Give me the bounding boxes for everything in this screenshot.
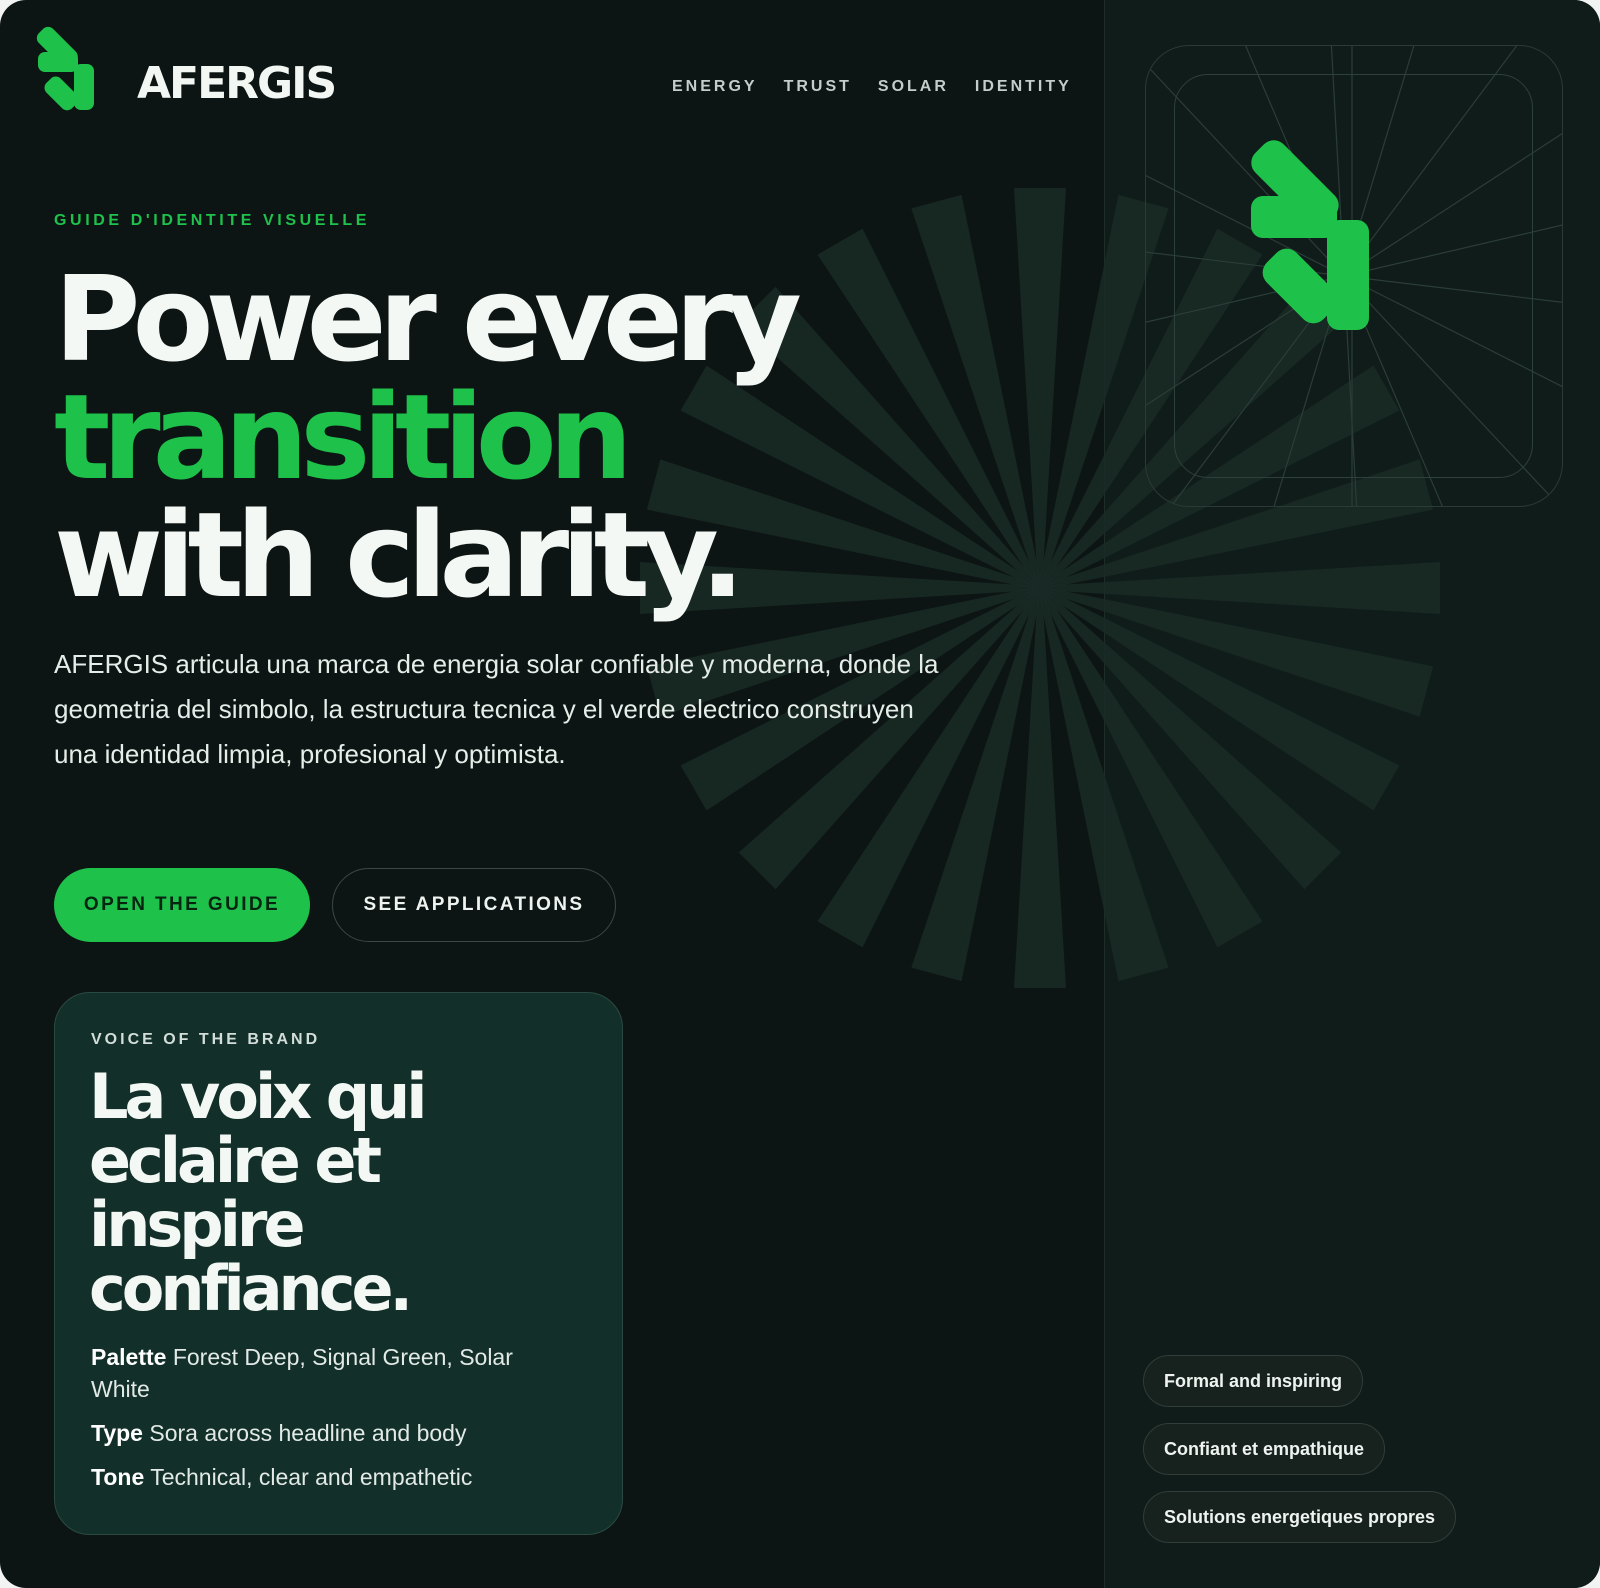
spec-value: Technical, clear and empathetic [150, 1464, 473, 1490]
nav-item-energy[interactable]: ENERGY [672, 78, 758, 96]
voice-title-line-2: eclaire et [89, 1124, 382, 1197]
arrow-symbol-icon [36, 26, 94, 111]
voice-title-line-4: confiance. [89, 1252, 413, 1325]
headline-line-2: transition [54, 368, 633, 506]
burst-ray [1014, 188, 1066, 588]
nav-item-trust[interactable]: TRUST [784, 78, 852, 96]
see-applications-button[interactable]: SEE APPLICATIONS [332, 868, 616, 942]
spec-value: Sora across headline and body [149, 1420, 467, 1446]
voice-card-eyebrow: VOICE OF THE BRAND [91, 1031, 321, 1048]
tag-formal[interactable]: Formal and inspiring [1143, 1355, 1364, 1407]
open-guide-button[interactable]: OPEN THE GUIDE [54, 868, 310, 942]
spec-label: Palette [91, 1344, 167, 1370]
brand-specs: Palette Forest Deep, Signal Green, Solar… [91, 1341, 571, 1505]
burst-ray [911, 194, 1042, 589]
headline-line-3: with clarity. [54, 486, 745, 624]
spec-label: Type [91, 1420, 143, 1446]
voice-card-title: La voix qui eclaire et inspire confiance… [89, 1060, 428, 1325]
burst-ray [817, 228, 1042, 589]
spec-type: Type Sora across headline and body [91, 1417, 571, 1449]
voice-card: VOICE OF THE BRAND La voix qui eclaire e… [54, 992, 623, 1535]
headline-line-1: Power every [54, 250, 802, 388]
spec-label: Tone [91, 1464, 145, 1490]
hero-eyebrow: GUIDE D'IDENTITE VISUELLE [54, 212, 371, 229]
tag-confiant[interactable]: Confiant et empathique [1143, 1423, 1386, 1475]
hero-headline: Power every transition with clarity. [54, 250, 802, 624]
page: AFERGIS ENERGY TRUST SOLAR IDENTITY GUID… [0, 0, 1600, 1588]
voice-title-line-1: La voix qui [89, 1060, 428, 1133]
spec-tone: Tone Technical, clear and empathetic [91, 1461, 571, 1493]
voice-title-line-3: inspire [89, 1188, 306, 1261]
hero-lead: AFERGIS articula una marca de energia so… [54, 649, 939, 769]
tag-solutions[interactable]: Solutions energetiques propres [1143, 1491, 1457, 1543]
nav-item-solar[interactable]: SOLAR [878, 78, 949, 96]
brand-name[interactable]: AFERGIS [137, 58, 337, 109]
arrow-symbol-icon [1251, 140, 1369, 330]
main-nav: ENERGY TRUST SOLAR IDENTITY [672, 78, 1072, 96]
nav-item-identity[interactable]: IDENTITY [975, 78, 1072, 96]
spec-palette: Palette Forest Deep, Signal Green, Solar… [91, 1341, 571, 1405]
burst-ray [1014, 588, 1066, 988]
